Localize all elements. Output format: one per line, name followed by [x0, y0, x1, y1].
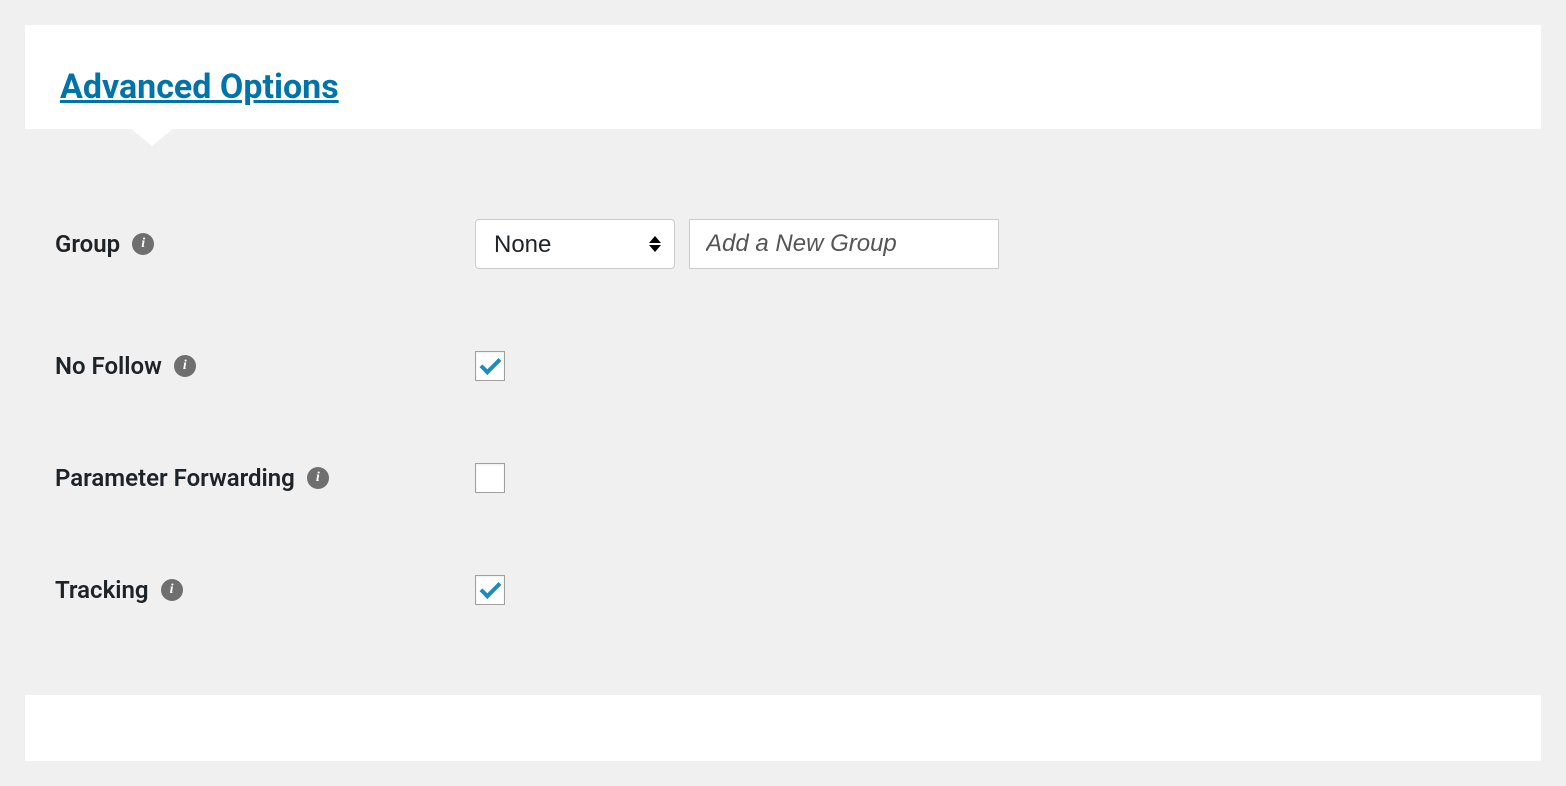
option-row-group: Group i None	[55, 219, 1511, 351]
tracking-label: Tracking	[55, 576, 149, 604]
paramforwarding-label: Parameter Forwarding	[55, 464, 295, 492]
nofollow-controls	[475, 351, 505, 381]
group-label-cell: Group i	[55, 230, 475, 258]
tracking-controls	[475, 575, 505, 605]
group-label: Group	[55, 230, 120, 258]
info-icon[interactable]: i	[307, 467, 329, 489]
new-group-input[interactable]	[689, 219, 999, 269]
nofollow-label-cell: No Follow i	[55, 352, 475, 380]
paramforwarding-label-cell: Parameter Forwarding i	[55, 464, 475, 492]
tracking-checkbox[interactable]	[475, 575, 505, 605]
paramforwarding-controls	[475, 463, 505, 493]
arrow-indicator	[130, 128, 174, 146]
option-row-paramforwarding: Parameter Forwarding i	[55, 463, 1511, 575]
option-row-nofollow: No Follow i	[55, 351, 1511, 463]
info-icon[interactable]: i	[161, 579, 183, 601]
group-controls: None	[475, 219, 999, 269]
section-header: Advanced Options	[25, 25, 1541, 129]
advanced-options-title[interactable]: Advanced Options	[60, 67, 339, 107]
info-icon[interactable]: i	[174, 355, 196, 377]
info-icon[interactable]: i	[132, 233, 154, 255]
nofollow-label: No Follow	[55, 352, 162, 380]
advanced-options-container: Advanced Options Group i None	[25, 25, 1541, 761]
nofollow-checkbox[interactable]	[475, 351, 505, 381]
options-panel: Group i None No Follow i	[25, 129, 1541, 695]
tracking-label-cell: Tracking i	[55, 576, 475, 604]
group-select[interactable]: None	[475, 219, 675, 269]
option-row-tracking: Tracking i	[55, 575, 1511, 635]
paramforwarding-checkbox[interactable]	[475, 463, 505, 493]
group-select-wrapper: None	[475, 219, 675, 269]
